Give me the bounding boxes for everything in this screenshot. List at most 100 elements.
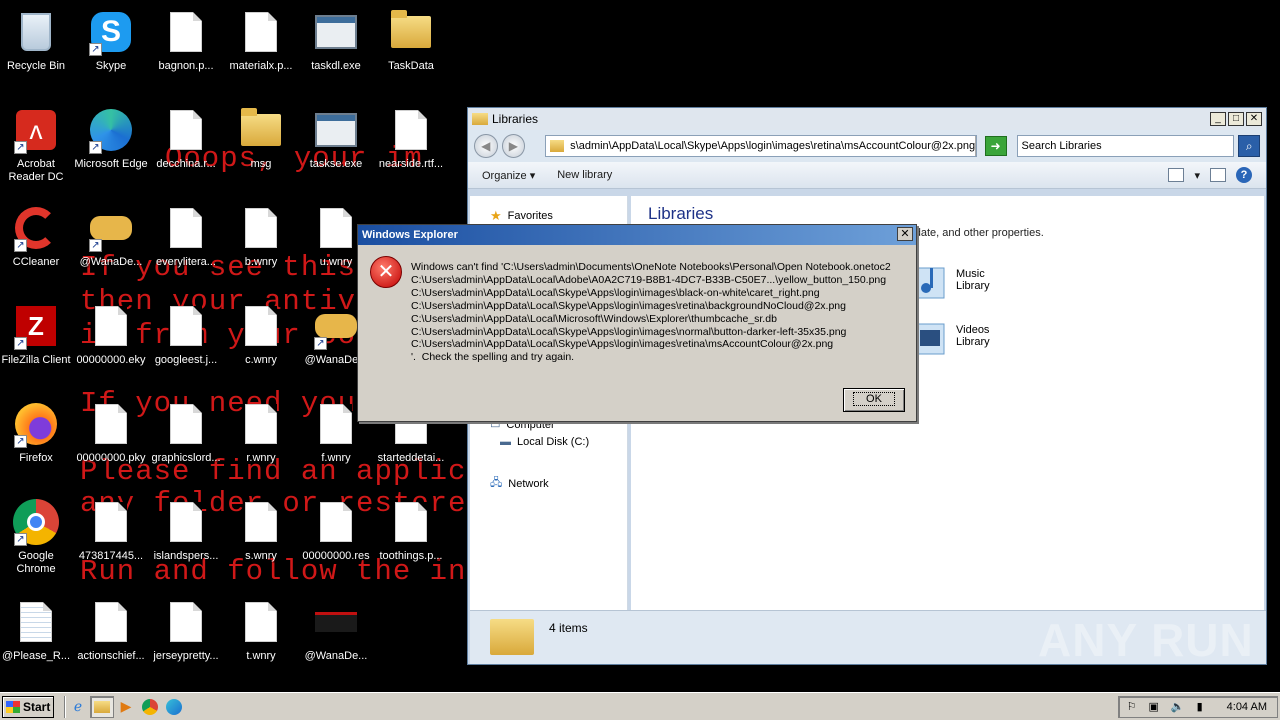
desktop-icon[interactable]: materialx.p... — [223, 8, 299, 73]
network-icon[interactable]: ▣ — [1148, 700, 1158, 713]
wana-icon — [315, 314, 357, 338]
desktop-icon[interactable]: Z ↗ FileZilla Client — [0, 302, 74, 367]
explorer-taskbar-icon[interactable] — [90, 695, 114, 718]
desktop-icon[interactable]: 00000000.res — [298, 498, 374, 563]
clock[interactable]: 4:04 AM — [1227, 701, 1267, 713]
desktop-icon-label: graphicslord... — [151, 452, 221, 464]
search-icon[interactable]: ⌕ — [1238, 135, 1260, 157]
edge-icon: ↗ — [87, 106, 135, 154]
desktop-icon[interactable]: msg — [223, 106, 299, 171]
nav-item-local-disk[interactable]: ▬ Local Disk (C:) — [500, 436, 589, 448]
desktop-icon[interactable]: 00000000.pky — [73, 400, 149, 465]
desktop-icon-label: taskse.exe — [309, 158, 363, 170]
flag-icon[interactable]: ⚐ — [1127, 700, 1137, 713]
desktop-icon[interactable]: 00000000.eky — [73, 302, 149, 367]
desktop-icon[interactable]: c.wnry — [223, 302, 299, 367]
star-icon: ★ — [490, 208, 502, 223]
desktop-icon[interactable]: s.wnry — [223, 498, 299, 563]
power-icon[interactable]: ▮ — [1197, 700, 1203, 713]
desktop-icon[interactable]: TaskData — [373, 8, 449, 73]
desktop-icon[interactable]: googleest.j... — [148, 302, 224, 367]
preview-pane-icon[interactable] — [1210, 168, 1226, 182]
chevron-down-icon[interactable]: ▾ — [1194, 169, 1200, 182]
help-icon[interactable]: ? — [1236, 167, 1252, 183]
forward-button[interactable]: ▶ — [501, 134, 526, 158]
file-icon — [162, 400, 210, 448]
desktop-icon[interactable]: toothings.p... — [373, 498, 449, 563]
desktop-icon[interactable]: taskdl.exe — [298, 8, 374, 73]
chrome-icon[interactable] — [138, 696, 162, 718]
file-icon — [87, 302, 135, 350]
desktop-icon[interactable]: ↗ Google Chrome — [0, 498, 74, 576]
desktop-icon[interactable]: ᴧ ↗ Acrobat Reader DC — [0, 106, 74, 184]
exe-icon — [312, 8, 360, 56]
desktop-icon[interactable]: 473817445... — [73, 498, 149, 563]
ie-icon[interactable]: ℯ — [66, 696, 90, 718]
desktop-icon-label: t.wnry — [246, 650, 276, 662]
desktop-icon[interactable]: ↗ CCleaner — [0, 204, 74, 269]
skype-icon: S ↗ — [87, 8, 135, 56]
close-button[interactable]: ✕ — [1246, 112, 1262, 126]
wanadec-icon — [312, 598, 360, 646]
organize-menu[interactable]: Organize ▾ — [482, 169, 535, 182]
desktop-icon[interactable]: @WanaDe... — [298, 598, 374, 663]
file-icon — [312, 400, 360, 448]
desktop-icon[interactable]: S ↗ Skype — [73, 8, 149, 73]
shortcut-arrow-icon: ↗ — [89, 43, 102, 56]
media-player-icon[interactable]: ▶ — [114, 696, 138, 718]
desktop-icon[interactable]: graphicslord... — [148, 400, 224, 465]
search-input[interactable]: Search Libraries — [1016, 135, 1235, 157]
desktop-icon[interactable]: taskse.exe — [298, 106, 374, 171]
nav-item-favorites[interactable]: ★ Favorites — [490, 208, 553, 224]
folder-icon — [241, 108, 281, 146]
desktop-icon[interactable]: @Please_R... — [0, 598, 74, 663]
file-icon — [245, 404, 277, 444]
shortcut-arrow-icon: ↗ — [89, 141, 102, 154]
content-subtitle: ler, date, and other properties. — [897, 227, 1044, 239]
edge-icon[interactable] — [162, 696, 186, 718]
chevron-down-icon[interactable]: ▼ — [975, 136, 976, 156]
minimize-button[interactable]: _ — [1210, 112, 1226, 126]
view-options-icon[interactable] — [1168, 168, 1185, 182]
desktop-icon[interactable]: Recycle Bin — [0, 8, 74, 73]
explorer-titlebar[interactable]: Libraries _ □ ✕ — [468, 108, 1266, 130]
library-music[interactable]: Music Library — [914, 260, 990, 300]
desktop-icon[interactable]: islandspers... — [148, 498, 224, 563]
desktop-icon[interactable]: jerseypretty... — [148, 598, 224, 663]
desktop-icon[interactable]: t.wnry — [223, 598, 299, 663]
desktop-icon[interactable]: ↗ @WanaDe... — [73, 204, 149, 269]
dialog-titlebar[interactable]: Windows Explorer ✕ — [358, 225, 916, 245]
volume-icon[interactable]: 🔈 — [1171, 700, 1185, 713]
page-title: Libraries — [648, 204, 714, 223]
start-button[interactable]: Start — [2, 695, 54, 718]
go-arrow-icon[interactable]: ➜ — [984, 136, 1007, 156]
notepad-icon — [12, 598, 60, 646]
desktop-icon[interactable]: bagnon.p... — [148, 8, 224, 73]
library-videos[interactable]: Videos Library — [914, 316, 990, 356]
address-text: s\admin\AppData\Local\Skype\Apps\login\i… — [570, 140, 976, 152]
back-button[interactable]: ◀ — [474, 134, 498, 158]
file-icon — [170, 602, 202, 642]
file-icon — [95, 306, 127, 346]
new-library-button[interactable]: New library — [557, 169, 612, 181]
address-bar[interactable]: s\admin\AppData\Local\Skype\Apps\login\i… — [545, 135, 977, 157]
desktop-icon[interactable]: b.wnry — [223, 204, 299, 269]
desktop-icon-label: Skype — [95, 60, 127, 72]
maximize-button[interactable]: □ — [1228, 112, 1244, 126]
windows-logo-icon — [6, 700, 20, 713]
nav-item-network[interactable]: 🖧 Network — [490, 474, 549, 493]
desktop-icon[interactable]: nearside.rtf... — [373, 106, 449, 171]
desktop-icon[interactable]: everylitera... — [148, 204, 224, 269]
dialog-message: Windows can't find 'C:\Users\admin\Docum… — [411, 261, 891, 364]
file-icon — [237, 8, 285, 56]
desktop-icon[interactable]: decchina.r... — [148, 106, 224, 171]
desktop-icon[interactable]: r.wnry — [223, 400, 299, 465]
desktop-icon[interactable]: actionschief... — [73, 598, 149, 663]
desktop-icon[interactable]: ↗ Microsoft Edge — [73, 106, 149, 171]
desktop-icon[interactable]: ↗ Firefox — [0, 400, 74, 465]
close-button[interactable]: ✕ — [897, 227, 913, 241]
ccleaner-icon: ↗ — [12, 204, 60, 252]
error-dialog[interactable]: Windows Explorer ✕ ✕ Windows can't find … — [357, 224, 917, 422]
file-icon — [387, 106, 435, 154]
ok-button[interactable]: OK — [843, 388, 905, 412]
